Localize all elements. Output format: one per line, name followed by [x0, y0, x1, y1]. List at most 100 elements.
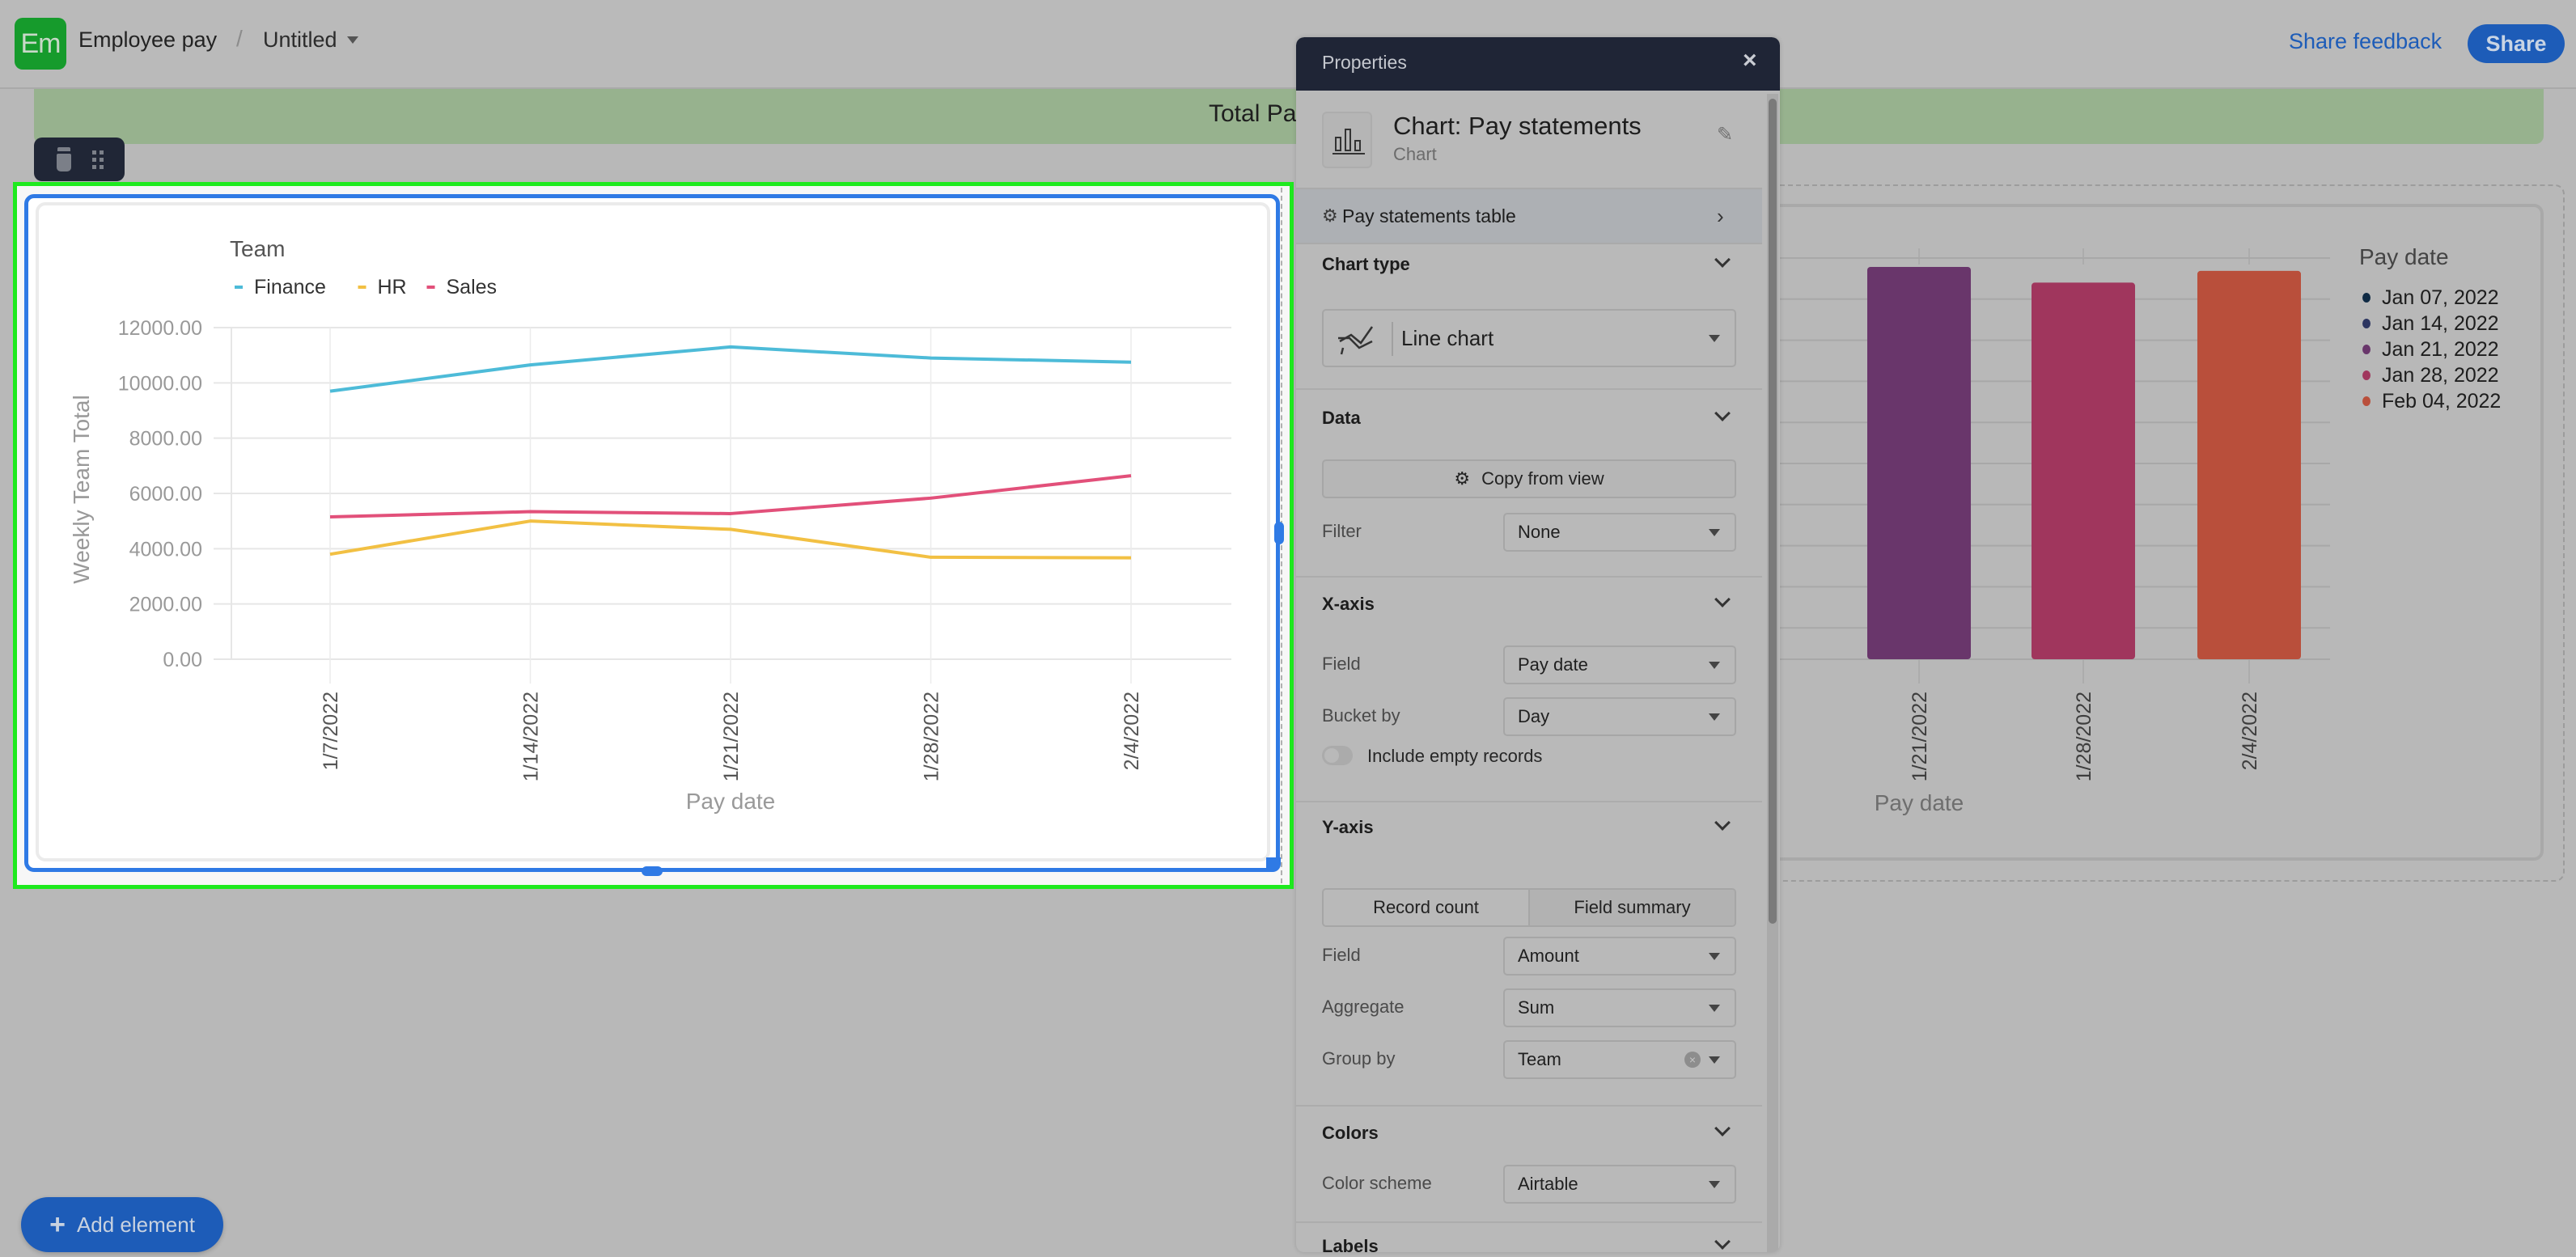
bucket-by-select[interactable]: Day: [1503, 697, 1736, 736]
gear-icon: ⚙: [1322, 205, 1338, 226]
bar-legend-title: Pay date: [2359, 244, 2449, 269]
bar-legend-item[interactable]: Jan 07, 2022: [2362, 285, 2501, 311]
section-y-axis[interactable]: Y-axis: [1322, 817, 1374, 838]
aggregate-select[interactable]: Sum: [1503, 988, 1736, 1027]
trash-icon[interactable]: [56, 147, 72, 171]
bucket-by-label: Bucket by: [1322, 705, 1400, 726]
group-by-value: Team: [1518, 1049, 1561, 1069]
y-tick-label: 8000.00: [129, 428, 202, 451]
section-labels[interactable]: Labels: [1322, 1236, 1379, 1252]
legend-dot-icon: [2362, 345, 2371, 354]
y-axis-title: Weekly Team Total: [69, 395, 94, 583]
bar-x-tick-label: 2/4/2022: [2239, 692, 2261, 770]
close-icon[interactable]: ×: [1743, 49, 1757, 73]
y-field-select[interactable]: Amount: [1503, 937, 1736, 976]
chevron-right-icon: ›: [1717, 203, 1724, 228]
copy-from-view-label: Copy from view: [1481, 468, 1604, 489]
bar-1/21/2022[interactable]: [1867, 267, 1971, 659]
x-tick-label: 1/21/2022: [720, 692, 743, 781]
divider: [1296, 388, 1762, 390]
chevron-down-icon[interactable]: [1714, 591, 1731, 607]
legend-item-sales[interactable]: Sales: [426, 276, 498, 298]
x-tick-label: 1/28/2022: [921, 692, 943, 781]
legend-item-hr[interactable]: HR: [358, 276, 407, 298]
bar-legend-item[interactable]: Jan 21, 2022: [2362, 336, 2501, 362]
section-chart-type[interactable]: Chart type: [1322, 254, 1410, 275]
line-chart: Team Finance HR Sales 0.00 2000.00 4000.00 60…: [69, 236, 1231, 814]
app-logo[interactable]: Em: [15, 18, 66, 70]
group-by-select[interactable]: Team ×: [1503, 1040, 1736, 1079]
x-tick-label: 2/4/2022: [1121, 692, 1143, 770]
x-tick-label: 1/14/2022: [520, 692, 543, 781]
section-colors[interactable]: Colors: [1322, 1123, 1379, 1144]
y-tick-label: 10000.00: [118, 372, 202, 395]
bucket-by-value: Day: [1518, 706, 1550, 726]
color-scheme-select[interactable]: Airtable: [1503, 1165, 1736, 1204]
bar-chart-icon: [1332, 129, 1365, 154]
group-by-label: Group by: [1322, 1048, 1396, 1069]
filter-label: Filter: [1322, 521, 1362, 541]
legend-label: HR: [378, 276, 407, 298]
copy-from-view-button[interactable]: ⚙ Copy from view: [1322, 459, 1736, 498]
bar-legend-label: Jan 28, 2022: [2382, 363, 2499, 387]
legend-dot-icon: [2362, 370, 2371, 380]
y-tick-label: 4000.00: [129, 538, 202, 561]
chevron-down-icon[interactable]: [1714, 252, 1731, 268]
chevron-down-icon[interactable]: [1714, 1120, 1731, 1136]
chevron-down-icon[interactable]: [1714, 815, 1731, 831]
total-payout-element[interactable]: Total Payou: [34, 89, 2544, 144]
bar-1/28/2022[interactable]: [2032, 282, 2135, 659]
x-field-select[interactable]: Pay date: [1503, 645, 1736, 684]
y-field-label: Field: [1322, 945, 1361, 965]
add-element-button[interactable]: + Add element: [21, 1197, 223, 1252]
y-field-value: Amount: [1518, 946, 1579, 966]
chevron-down-icon[interactable]: [1714, 1234, 1731, 1250]
bar-legend-item[interactable]: Jan 28, 2022: [2362, 362, 2501, 388]
bar-x-axis-title: Pay date: [1875, 790, 1964, 815]
bar-legend-label: Jan 14, 2022: [2382, 311, 2499, 335]
section-data[interactable]: Data: [1322, 408, 1361, 429]
element-type: Chart: [1393, 144, 1437, 164]
filter-select[interactable]: None: [1503, 513, 1736, 552]
bar-legend-label: Jan 21, 2022: [2382, 337, 2499, 361]
data-source-row[interactable]: ⚙ Pay statements table ›: [1296, 188, 1762, 244]
bar-legend-item[interactable]: Jan 14, 2022: [2362, 311, 2501, 336]
y-tick-label: 6000.00: [129, 483, 202, 506]
caret-down-icon: [1709, 1005, 1720, 1012]
app-name[interactable]: Employee pay: [78, 28, 217, 53]
divider: [1296, 801, 1762, 802]
bar-legend-item[interactable]: Feb 04, 2022: [2362, 388, 2501, 414]
legend-title: Team: [230, 236, 285, 261]
bar-x-tick-label: 1/21/2022: [1909, 692, 1931, 781]
color-scheme-label: Color scheme: [1322, 1173, 1432, 1193]
record-count-option[interactable]: Record count: [1324, 890, 1528, 925]
legend-swatch: [235, 286, 243, 289]
pencil-icon[interactable]: ✎: [1717, 123, 1733, 146]
color-scheme-value: Airtable: [1518, 1174, 1578, 1194]
divider: [1296, 576, 1762, 578]
drag-handle-icon[interactable]: [91, 150, 104, 169]
resize-handle-bottom[interactable]: [642, 866, 663, 876]
chevron-down-icon[interactable]: [1714, 405, 1731, 421]
data-source-label: Pay statements table: [1342, 205, 1516, 226]
scrollbar-thumb[interactable]: [1769, 99, 1777, 924]
include-empty-records-toggle[interactable]: [1322, 746, 1353, 765]
divider: [1296, 1105, 1762, 1107]
bar-2/4/2022[interactable]: [2197, 270, 2301, 659]
share-feedback-link[interactable]: Share feedback: [2289, 29, 2442, 54]
legend-item-finance[interactable]: Finance: [235, 276, 326, 298]
field-summary-option[interactable]: Field summary: [1528, 890, 1735, 925]
section-x-axis[interactable]: X-axis: [1322, 594, 1375, 615]
share-button[interactable]: Share: [2468, 24, 2565, 63]
include-empty-records-label: Include empty records: [1367, 746, 1543, 766]
page-selector[interactable]: Untitled: [263, 28, 358, 53]
clear-icon[interactable]: ×: [1684, 1052, 1701, 1068]
x-axis-title: Pay date: [686, 789, 776, 814]
resize-handle-right[interactable]: [1274, 522, 1284, 544]
filter-value: None: [1518, 522, 1561, 542]
chart-type-select[interactable]: Line chart: [1322, 309, 1736, 367]
line-chart-icon: [1338, 326, 1374, 355]
legend-dot-icon: [2362, 396, 2371, 406]
caret-down-icon: [1709, 1181, 1720, 1188]
bar-legend-label: Jan 07, 2022: [2382, 286, 2499, 309]
